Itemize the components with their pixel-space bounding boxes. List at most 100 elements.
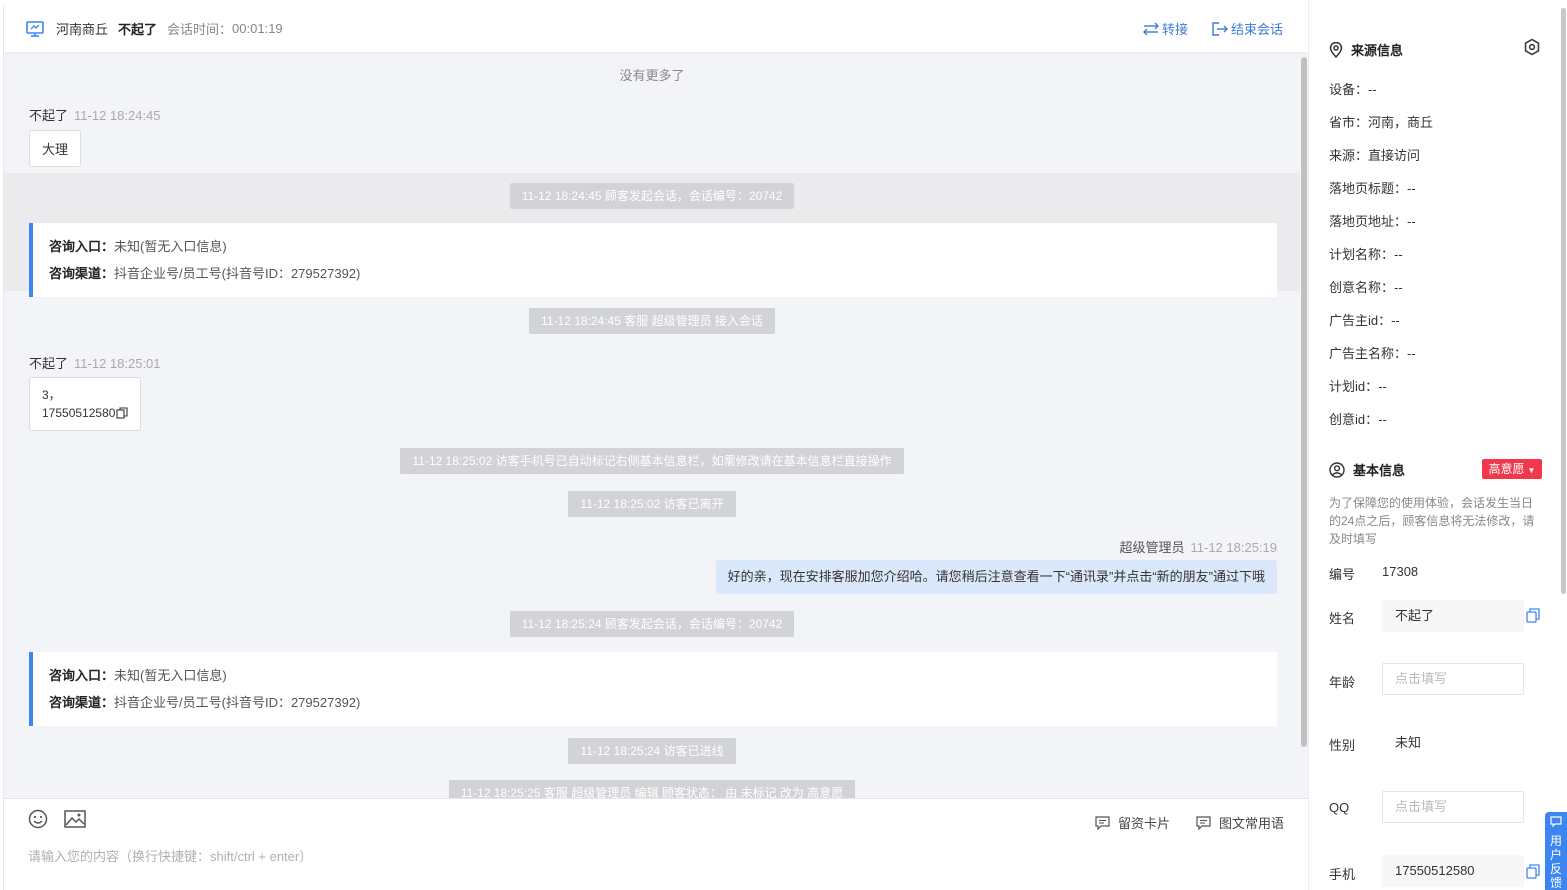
system-message-row: 11-12 18:24:45 客服 超级管理员 接入会话	[4, 308, 1300, 334]
entry-label: 咨询入口：	[49, 668, 115, 683]
message-list[interactable]: 没有更多了 不起了 11-12 18:24:45 大理 11-12 18:24:4…	[4, 53, 1300, 798]
entry-value: 未知(暂无入口信息)	[114, 239, 227, 254]
source-info-label: 来源信息	[1351, 43, 1404, 58]
item-label: 创意id：	[1329, 412, 1379, 427]
edit-notice: 为了保障您的使用体验，会话发生当日的24点之后，顾客信息将无法修改，请及时填写	[1329, 496, 1535, 546]
system-message: 11-12 18:25:24 顾客发起会话，会话编号：20742	[509, 611, 795, 637]
copy-icon[interactable]	[116, 407, 128, 419]
channel-value: 抖音企业号/员工号(抖音号ID：279527392)	[114, 266, 361, 281]
lead-card-button[interactable]: 留资卡片	[1095, 813, 1170, 832]
card-icon	[1095, 815, 1110, 830]
item-label: 省市：	[1329, 115, 1369, 130]
source-item-landing-url: 落地页地址：--	[1329, 211, 1416, 230]
id-value: 17308	[1382, 564, 1419, 579]
source-info-title: 来源信息	[1329, 40, 1403, 59]
source-item-creative-id: 创意id：--	[1329, 409, 1387, 428]
sender-name: 不起了	[29, 356, 69, 371]
qq-input[interactable]	[1395, 792, 1511, 821]
monitor-icon	[26, 20, 44, 37]
source-item-creative-name: 创意名称：--	[1329, 277, 1403, 296]
caret-down-icon: ▼	[1527, 466, 1536, 475]
source-item-device: 设备：--	[1329, 79, 1377, 98]
message-line: 3，	[42, 388, 61, 402]
phone-field[interactable]: 17550512580	[1382, 855, 1524, 887]
item-label: 来源：	[1329, 148, 1369, 163]
message-time: 11-12 18:25:19	[1190, 540, 1278, 555]
age-label: 年龄	[1329, 675, 1356, 690]
channel-value: 抖音企业号/员工号(抖音号ID：279527392)	[114, 695, 361, 710]
image-icon[interactable]	[64, 809, 86, 829]
item-value: 直接访问	[1368, 148, 1421, 163]
age-field[interactable]	[1382, 663, 1524, 695]
consult-info-card: 咨询入口：未知(暂无入口信息) 咨询渠道：抖音企业号/员工号(抖音号ID：279…	[29, 652, 1277, 726]
copy-icon[interactable]	[1526, 608, 1540, 623]
scrollbar-thumb[interactable]	[1301, 57, 1307, 747]
message-time: 11-12 18:24:45	[74, 108, 161, 123]
system-message-row: 11-12 18:25:25 客服 超级管理员 编辑 顾客状态： 由 未标记 改…	[4, 780, 1300, 798]
emoji-icon[interactable]	[28, 809, 48, 829]
system-message: 11-12 18:25:02 访客已离开	[568, 491, 736, 517]
item-label: 落地页标题：	[1329, 181, 1408, 196]
message-phone: 17550512580	[42, 406, 116, 420]
item-label: 计划名称：	[1329, 247, 1395, 262]
common-phrases-button[interactable]: 图文常用语	[1196, 813, 1284, 832]
system-message-row: 11-12 18:25:02 访客已离开	[4, 491, 1300, 517]
name-value: 不起了	[1395, 608, 1435, 623]
item-value: --	[1378, 412, 1387, 427]
qq-field[interactable]	[1382, 791, 1524, 823]
exit-icon	[1212, 21, 1228, 36]
feedback-button[interactable]: 用户反馈	[1545, 812, 1567, 890]
sender-name: 不起了	[29, 108, 69, 123]
age-input[interactable]	[1395, 664, 1511, 693]
message-sender: 不起了 11-12 18:24:45	[29, 105, 161, 124]
system-message: 11-12 18:25:24 访客已进线	[568, 738, 736, 764]
transfer-button[interactable]: 转接	[1142, 19, 1188, 38]
channel-label: 咨询渠道：	[49, 266, 115, 281]
item-label: 创意名称：	[1329, 280, 1395, 295]
chat-header: 河南商丘 不起了 会话时间： 00:01:19 转接 结束会话	[4, 5, 1307, 53]
end-session-button[interactable]: 结束会话	[1212, 19, 1283, 38]
message-sender: 超级管理员 11-12 18:25:19	[1119, 537, 1277, 556]
message-scrollbar[interactable]	[1300, 53, 1308, 798]
item-value: --	[1368, 82, 1377, 97]
message-sender: 不起了 11-12 18:25:01	[29, 353, 161, 372]
customer-message-bubble: 大理	[29, 130, 82, 167]
phone-value: 17550512580	[1395, 863, 1475, 878]
source-item-province: 省市：河南，商丘	[1329, 112, 1433, 131]
system-message-row: 11-12 18:25:24 访客已进线	[4, 738, 1300, 764]
system-message-row: 11-12 18:25:24 顾客发起会话，会话编号：20742	[4, 611, 1300, 637]
source-item-advertiser-id: 广告主id：--	[1329, 310, 1400, 329]
system-message: 11-12 18:25:02 访客手机号已自动标记右侧基本信息栏，如需修改请在基…	[400, 448, 904, 474]
message-time: 11-12 18:25:01	[74, 356, 161, 371]
item-label: 设备：	[1329, 82, 1369, 97]
entry-label: 咨询入口：	[49, 239, 115, 254]
name-label: 姓名	[1329, 611, 1356, 626]
intent-tag-label: 高意愿	[1488, 462, 1525, 476]
item-value: --	[1407, 181, 1416, 196]
system-message: 11-12 18:24:45 顾客发起会话，会话编号：20742	[509, 183, 795, 209]
customer-name: 不起了	[118, 22, 158, 37]
session-time-label: 会话时间：	[167, 22, 233, 37]
customer-message-bubble: 3， 17550512580	[29, 377, 142, 431]
no-more-text: 没有更多了	[619, 68, 685, 83]
name-field[interactable]: 不起了	[1382, 600, 1524, 632]
intent-tag-dropdown[interactable]: 高意愿 ▼	[1482, 459, 1542, 479]
info-scrollbar[interactable]	[1561, 8, 1566, 594]
source-item-advertiser-name: 广告主名称：--	[1329, 343, 1416, 362]
chat-panel: 河南商丘 不起了 会话时间： 00:01:19 转接 结束会话 没有更多了 不起…	[3, 5, 1308, 890]
customer-location: 河南商丘	[56, 22, 109, 37]
settings-icon[interactable]	[1523, 38, 1541, 56]
qq-label: QQ	[1329, 800, 1350, 815]
message-input[interactable]	[28, 849, 1028, 864]
input-toolbar-right: 留资卡片 图文常用语	[1069, 813, 1284, 832]
source-item-landing-title: 落地页标题：--	[1329, 178, 1416, 197]
copy-icon[interactable]	[1526, 864, 1540, 879]
system-message: 11-12 18:25:25 客服 超级管理员 编辑 顾客状态： 由 未标记 改…	[448, 780, 856, 798]
system-message-row: 11-12 18:24:45 顾客发起会话，会话编号：20742	[4, 183, 1300, 209]
item-value: --	[1378, 379, 1387, 394]
basic-info-label: 基本信息	[1353, 463, 1406, 478]
id-label: 编号	[1329, 567, 1356, 582]
common-phrases-label: 图文常用语	[1218, 816, 1284, 831]
sender-name: 超级管理员	[1119, 540, 1185, 555]
gender-select[interactable]: 未知	[1382, 727, 1524, 759]
